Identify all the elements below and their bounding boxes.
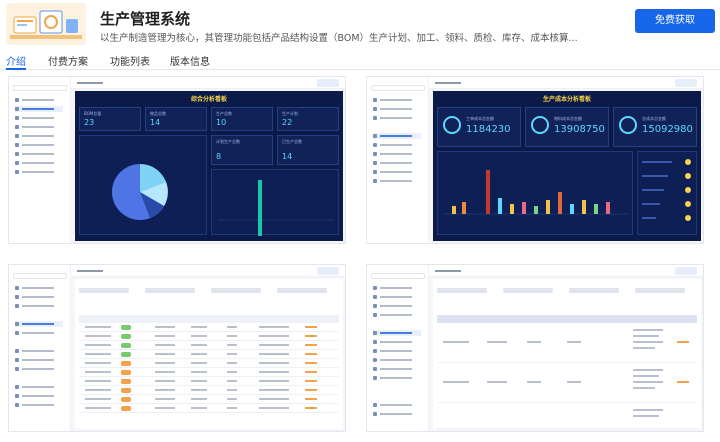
dashboard-title: 生产成本分析看板	[542, 96, 591, 103]
stat-card: 工单成本总金额 1184230	[437, 107, 521, 147]
sidebar	[367, 77, 429, 243]
tab-intro[interactable]: 介绍	[6, 53, 26, 68]
overview-dashboard: 综合分析看板 BOM总量 23 物品总数 14 生产总数 10 生产计划 22 计划生产…	[75, 91, 343, 241]
bar-panel	[437, 151, 633, 235]
page-title: 生产管理系统	[100, 10, 191, 28]
stat-card: BOM总量 23	[79, 107, 141, 131]
sidebar	[9, 265, 71, 431]
stat-card: 已生产总数 14	[277, 135, 339, 165]
bom-table-area	[75, 279, 343, 429]
screenshot-overview-dashboard[interactable]: 综合分析看板 BOM总量 23 物品总数 14 生产总数 10 生产计划 22 计划生产…	[8, 76, 346, 244]
work-order-table-area	[433, 279, 701, 429]
stat-card: 总成本总金额 15092980	[613, 107, 697, 147]
tab-bar: 介绍 付费方案 功能列表 版本信息	[0, 50, 720, 70]
page-subtitle: 以生产制造管理为核心，其管理功能包括产品结构设置（BOM）生产计划、加工、领料、…	[100, 33, 578, 44]
dashboard-title: 综合分析看板	[190, 96, 227, 103]
stat-card: 计划生产总数 8	[211, 135, 273, 165]
tab-versions[interactable]: 版本信息	[170, 53, 210, 68]
ranking-panel	[637, 151, 697, 235]
sidebar	[9, 77, 71, 243]
free-get-button[interactable]: 免费获取	[635, 9, 715, 33]
line-panel	[211, 169, 339, 236]
pie-panel	[79, 135, 207, 235]
screenshot-work-orders[interactable]	[366, 264, 704, 432]
app-header: 生产管理系统 以生产制造管理为核心，其管理功能包括产品结构设置（BOM）生产计划…	[0, 0, 720, 48]
screenshot-bom-management[interactable]	[8, 264, 346, 432]
sidebar	[367, 265, 429, 431]
tab-pricing[interactable]: 付费方案	[48, 53, 88, 68]
tab-features[interactable]: 功能列表	[110, 53, 150, 68]
active-tab-indicator	[6, 68, 26, 70]
stat-card: 物料成本总金额 13908750	[525, 107, 609, 147]
stat-card: 物品总数 14	[145, 107, 207, 131]
stat-card: 生产总数 10	[211, 107, 273, 131]
cost-dashboard: 生产成本分析看板 工单成本总金额 1184230 物料成本总金额 13908750 …	[433, 91, 701, 241]
stat-card: 生产计划 22	[277, 107, 339, 131]
app-logo	[6, 3, 86, 45]
screenshot-cost-dashboard[interactable]: 生产成本分析看板 工单成本总金额 1184230 物料成本总金额 13908750 …	[366, 76, 704, 244]
